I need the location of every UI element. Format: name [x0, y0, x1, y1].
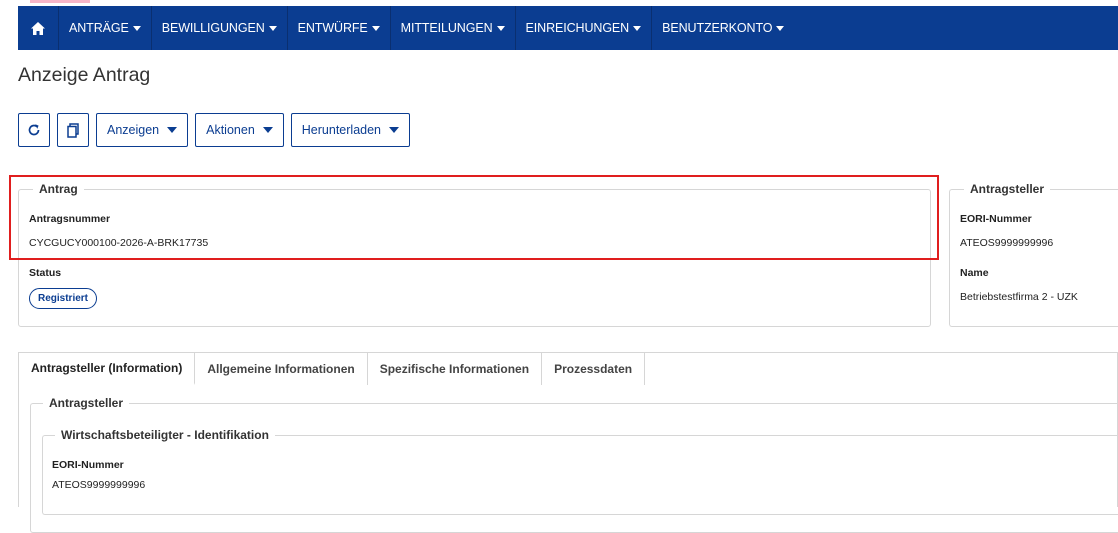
eori-value: ATEOS9999999996: [960, 237, 1054, 249]
nav-label: EINREICHUNGEN: [525, 21, 630, 35]
page-title: Anzeige Antrag: [18, 64, 151, 86]
name-value: Betriebstestfirma 2 - UZK: [960, 291, 1078, 303]
aktionen-label: Aktionen: [206, 123, 255, 137]
detail-tabs: Antragsteller (Information) Allgemeine I…: [18, 352, 1118, 386]
toolbar: Anzeigen Aktionen Herunterladen: [18, 113, 410, 147]
nav-einreichungen[interactable]: EINREICHUNGEN: [516, 6, 653, 50]
name-label: Name: [960, 267, 989, 279]
tab-eori-value: ATEOS9999999996: [52, 479, 146, 491]
nav-benutzerkonto[interactable]: BENUTZERKONTO: [652, 6, 794, 50]
refresh-button[interactable]: [18, 113, 50, 147]
antragsteller-legend: Antragsteller: [964, 182, 1051, 196]
antragsteller-section: Antragsteller Wirtschaftsbeteiligter - I…: [30, 396, 1118, 533]
antragsteller-section-legend: Antragsteller: [43, 396, 130, 410]
nav-label: MITTEILUNGEN: [400, 21, 493, 35]
caret-down-icon: [633, 25, 642, 31]
nav-antraege[interactable]: ANTRÄGE: [59, 6, 152, 50]
aktionen-dropdown[interactable]: Aktionen: [195, 113, 284, 147]
anzeigen-label: Anzeigen: [107, 123, 160, 137]
nav-label: BENUTZERKONTO: [662, 21, 773, 35]
status-label: Status: [29, 267, 62, 279]
main-navigation: ANTRÄGE BEWILLIGUNGEN ENTWÜRFE MITTEILUN…: [18, 6, 1118, 50]
tab-panel: Antragsteller Wirtschaftsbeteiligter - I…: [18, 385, 1118, 533]
nav-mitteilungen[interactable]: MITTEILUNGEN: [391, 6, 516, 50]
caret-down-icon: [167, 127, 178, 133]
tab-antragsteller-information[interactable]: Antragsteller (Information): [19, 353, 196, 385]
highlight-box: [9, 175, 939, 260]
tab-spezifische-informationen[interactable]: Spezifische Informationen: [368, 353, 543, 385]
nav-label: BEWILLIGUNGEN: [161, 21, 265, 35]
nav-home[interactable]: [18, 6, 59, 50]
herunterladen-dropdown[interactable]: Herunterladen: [290, 113, 410, 147]
nav-entwuerfe[interactable]: ENTWÜRFE: [288, 6, 391, 50]
tab-allgemeine-informationen[interactable]: Allgemeine Informationen: [195, 353, 368, 385]
nav-bewilligungen[interactable]: BEWILLIGUNGEN: [152, 6, 288, 50]
tab-eori-label: EORI-Nummer: [52, 459, 124, 471]
eori-label: EORI-Nummer: [960, 213, 1032, 225]
caret-down-icon: [389, 127, 399, 133]
antragsteller-panel: Antragsteller EORI-Nummer ATEOS999999999…: [949, 182, 1118, 327]
caret-down-icon: [776, 25, 785, 31]
nav-label: ANTRÄGE: [69, 21, 129, 35]
caret-down-icon: [132, 25, 141, 31]
caret-down-icon: [496, 25, 505, 31]
identifikation-legend: Wirtschaftsbeteiligter - Identifikation: [55, 428, 275, 442]
caret-down-icon: [262, 127, 273, 133]
identifikation-section: Wirtschaftsbeteiligter - Identifikation …: [42, 428, 1118, 515]
tab-prozessdaten[interactable]: Prozessdaten: [542, 353, 646, 385]
caret-down-icon: [371, 25, 380, 31]
refresh-icon: [28, 124, 40, 136]
anzeigen-dropdown[interactable]: Anzeigen: [96, 113, 189, 147]
caret-down-icon: [268, 25, 277, 31]
copy-button[interactable]: [57, 113, 89, 147]
herunterladen-label: Herunterladen: [301, 123, 381, 137]
nav-label: ENTWÜRFE: [297, 21, 368, 35]
home-icon: [31, 21, 45, 35]
status-badge: Registriert: [29, 288, 98, 309]
brand-accent: [30, 0, 90, 3]
copy-icon: [67, 122, 79, 138]
